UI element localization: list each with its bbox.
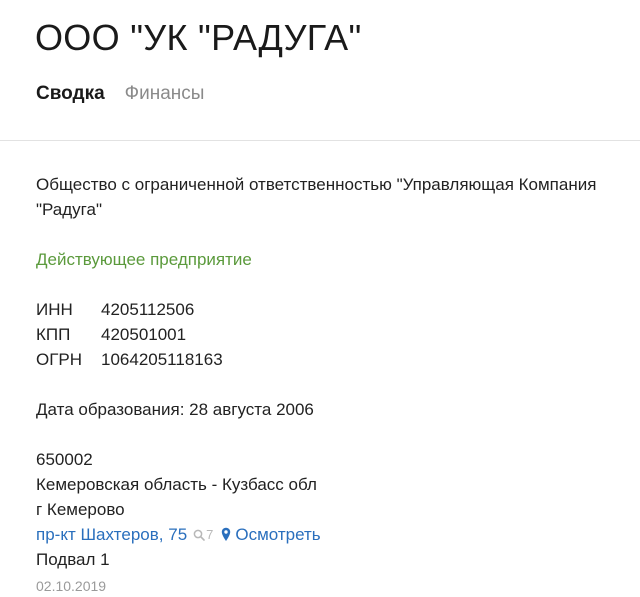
record-date: 02.10.2019	[36, 578, 107, 594]
page-header: ООО "УК "РАДУГА" Сводка Финансы	[0, 0, 640, 141]
address-premises: Подвал 1	[36, 550, 110, 569]
search-count-value: 7	[206, 527, 214, 542]
code-label: ИНН	[36, 300, 73, 319]
status-text: Действующее предприятие	[36, 250, 252, 269]
address-region: Кемеровская область - Кузбасс обл	[36, 475, 317, 494]
code-value: 1064205118163	[101, 350, 223, 369]
tab-summary[interactable]: Сводка	[36, 82, 105, 106]
code-row-kpp: КПП 420501001	[36, 322, 223, 347]
company-full-name: Общество с ограниченной ответственностью…	[36, 175, 597, 219]
company-codes: ИНН 4205112506 КПП 420501001 ОГРН 106420…	[36, 297, 223, 372]
search-icon	[193, 529, 205, 541]
view-on-map-label: Осмотреть	[235, 525, 321, 544]
address-city: г Кемерово	[36, 500, 125, 519]
address-street-link[interactable]: пр-кт Шахтеров, 75	[36, 522, 187, 547]
code-row-inn: ИНН 4205112506	[36, 297, 223, 322]
summary-content: Общество с ограниченной ответственностью…	[36, 172, 626, 597]
view-on-map-link[interactable]: Осмотреть	[221, 522, 321, 547]
code-label: КПП	[36, 325, 71, 344]
code-value: 4205112506	[101, 300, 195, 319]
tab-bar: Сводка Финансы	[36, 82, 204, 106]
code-value: 420501001	[101, 325, 187, 344]
search-count-button[interactable]: 7	[193, 522, 213, 547]
map-pin-icon	[222, 527, 231, 541]
code-row-ogrn: ОГРН 1064205118163	[36, 347, 223, 372]
postal-code: 650002	[36, 450, 93, 469]
address-street-row: пр-кт Шахтеров, 75 7 Осмотреть	[36, 522, 626, 547]
code-label: ОГРН	[36, 350, 83, 369]
founded-date: Дата образования: 28 августа 2006	[36, 400, 314, 419]
address-block: 650002 Кемеровская область - Кузбасс обл…	[36, 447, 626, 572]
tab-finance[interactable]: Финансы	[125, 82, 205, 106]
page-title: ООО "УК "РАДУГА"	[35, 17, 362, 58]
